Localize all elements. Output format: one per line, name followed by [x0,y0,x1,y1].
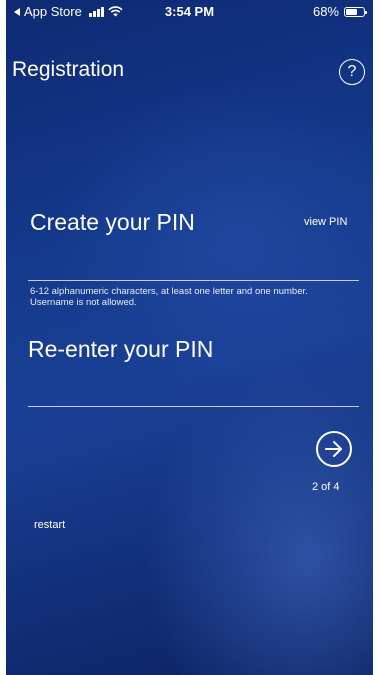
arrow-right-icon [325,441,342,457]
help-symbol: ? [347,63,357,80]
reenter-pin-label[interactable]: Re-enter your PIN [28,336,213,363]
status-right: 68% [312,4,367,19]
view-pin-button[interactable]: view PIN [304,216,347,228]
status-bar: App Store 3:54 PM 68% [6,0,373,24]
reenter-pin-field-underline[interactable] [28,406,359,407]
registration-screen: App Store 3:54 PM 68% Registration ? Cre… [6,0,373,675]
create-pin-label[interactable]: Create your PIN [30,209,195,236]
page-title: Registration [12,58,125,81]
help-icon[interactable]: ? [339,59,365,85]
step-indicator: 2 of 4 [312,481,340,493]
restart-link[interactable]: restart [34,519,65,531]
create-pin-field-underline[interactable] [28,280,359,281]
battery-percent: 68% [312,4,339,19]
battery-nub [365,10,367,14]
battery-fill [346,8,357,15]
next-button[interactable] [316,431,352,467]
pin-hint: 6-12 alphanumeric characters, at least o… [30,286,308,308]
battery-icon [344,6,367,17]
